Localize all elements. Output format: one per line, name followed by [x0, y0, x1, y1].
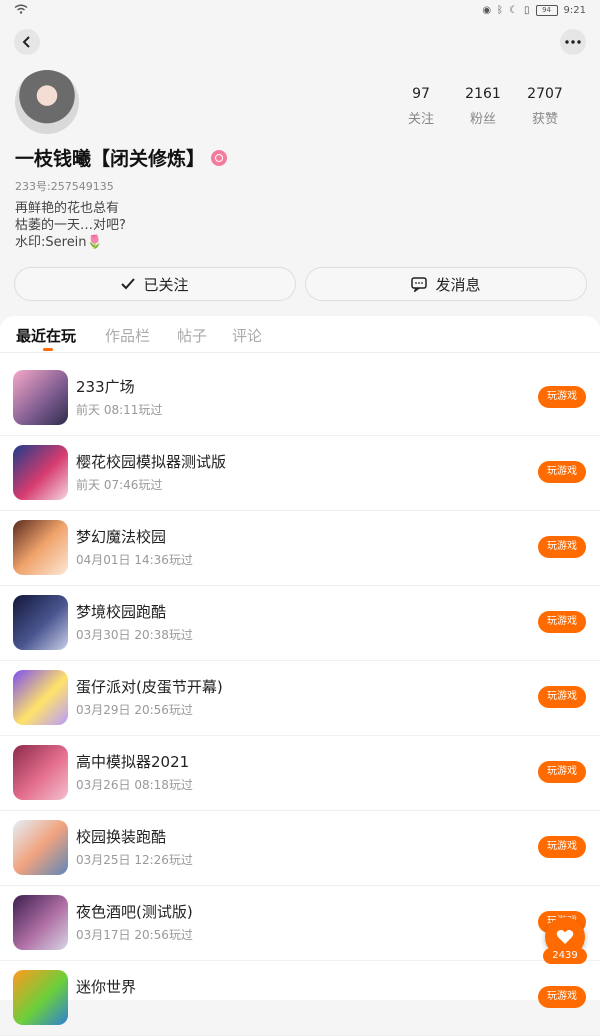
game-list-item[interactable]: 校园换装跑酷 03月25日 12:26玩过 玩游戏	[0, 810, 600, 886]
game-name: 蛋仔派对(皮蛋节开幕)	[76, 678, 223, 696]
status-icons: ◉ ᛒ ☾ ▯ 94 9:21	[482, 5, 586, 16]
game-list-item[interactable]: 高中模拟器2021 03月26日 08:18玩过 玩游戏	[0, 735, 600, 811]
game-icon	[13, 970, 68, 1025]
send-message-button[interactable]: 发消息	[305, 267, 587, 301]
stat-label: 关注	[407, 112, 434, 127]
nickname: 一枝钱曦【闭关修炼】	[15, 144, 228, 171]
moon-icon: ☾	[509, 5, 519, 16]
clock: 9:21	[563, 5, 586, 16]
more-button[interactable]	[560, 29, 586, 55]
profile-stats: 97 关注 2161 粉丝 2707 获赞	[390, 86, 580, 127]
more-icon	[565, 40, 581, 44]
game-list-item[interactable]: 迷你世界 玩游戏	[0, 960, 600, 1036]
tab-recently-played[interactable]: 最近在玩	[16, 325, 76, 346]
game-last-played: 前天 08:11玩过	[76, 403, 163, 417]
nickname-text: 一枝钱曦【闭关修炼】	[15, 148, 206, 170]
user-id: 233号:257549135	[15, 180, 114, 193]
active-tab-indicator	[43, 348, 53, 351]
play-game-button[interactable]: 玩游戏	[538, 386, 586, 408]
play-game-button[interactable]: 玩游戏	[538, 686, 586, 708]
battery-icon: 94	[535, 5, 558, 16]
game-last-played: 03月29日 20:56玩过	[76, 703, 193, 717]
stat-value: 2161	[465, 86, 501, 102]
game-icon	[13, 820, 68, 875]
game-name: 梦幻魔法校园	[76, 528, 167, 546]
back-icon	[22, 36, 30, 48]
play-game-button[interactable]: 玩游戏	[538, 761, 586, 783]
send-message-label: 发消息	[435, 275, 481, 294]
game-name: 樱花校园模拟器测试版	[76, 453, 227, 471]
game-last-played: 前天 07:46玩过	[76, 478, 163, 492]
followed-button[interactable]: 已关注	[14, 267, 296, 301]
game-last-played: 03月25日 12:26玩过	[76, 853, 193, 867]
back-button[interactable]	[14, 29, 40, 55]
tab-bar: 最近在玩 作品栏 帖子 评论	[0, 316, 600, 353]
game-last-played: 03月26日 08:18玩过	[76, 778, 193, 792]
game-last-played: 04月01日 14:36玩过	[76, 553, 193, 567]
game-icon	[13, 670, 68, 725]
game-icon	[13, 895, 68, 950]
game-name: 夜色酒吧(测试版)	[76, 903, 193, 921]
game-list-item[interactable]: 夜色酒吧(测试版) 03月17日 20:56玩过 玩游戏	[0, 885, 600, 961]
followed-label: 已关注	[143, 275, 189, 294]
game-name: 迷你世界	[76, 978, 137, 996]
game-name: 梦境校园跑酷	[76, 603, 167, 621]
stat-following[interactable]: 97 关注	[390, 86, 452, 127]
heart-icon	[556, 930, 574, 944]
vibrate-icon: ▯	[524, 5, 530, 16]
stat-label: 获赞	[531, 112, 558, 127]
eye-icon: ◉	[482, 5, 492, 16]
bio: 再鲜艳的花也总有 枯萎的一天…对吧? 水印:Serein🌷	[15, 200, 126, 251]
play-game-button[interactable]: 玩游戏	[538, 986, 586, 1008]
message-icon	[411, 276, 428, 292]
tab-posts[interactable]: 帖子	[177, 325, 207, 346]
tab-works[interactable]: 作品栏	[105, 325, 150, 346]
tab-comments[interactable]: 评论	[232, 325, 262, 346]
status-bar: ◉ ᛒ ☾ ▯ 94 9:21	[0, 0, 600, 24]
stat-value: 97	[412, 86, 430, 102]
game-last-played: 03月17日 20:56玩过	[76, 928, 193, 942]
game-list-item[interactable]: 樱花校园模拟器测试版 前天 07:46玩过 玩游戏	[0, 435, 600, 511]
stat-likes[interactable]: 2707 获赞	[514, 86, 576, 127]
game-icon	[13, 745, 68, 800]
bluetooth-icon: ᛒ	[497, 5, 504, 16]
stat-followers[interactable]: 2161 粉丝	[452, 86, 514, 127]
game-name: 高中模拟器2021	[76, 753, 190, 771]
game-last-played: 03月30日 20:38玩过	[76, 628, 193, 642]
game-list-item[interactable]: 梦幻魔法校园 04月01日 14:36玩过 玩游戏	[0, 510, 600, 586]
check-icon	[121, 278, 136, 290]
play-game-button[interactable]: 玩游戏	[538, 836, 586, 858]
gender-female-icon	[211, 149, 228, 166]
content-panel: 最近在玩 作品栏 帖子 评论 233广场 前天 08:11玩过 玩游戏 樱花校园…	[0, 316, 600, 1036]
game-icon	[13, 520, 68, 575]
like-count: 2439	[543, 948, 587, 964]
bio-line: 枯萎的一天…对吧?	[15, 218, 126, 233]
play-game-button[interactable]: 玩游戏	[538, 536, 586, 558]
play-game-button[interactable]: 玩游戏	[538, 461, 586, 483]
stat-value: 2707	[527, 86, 563, 102]
game-list-item[interactable]: 233广场 前天 08:11玩过 玩游戏	[0, 360, 600, 436]
game-icon	[13, 370, 68, 425]
play-game-button[interactable]: 玩游戏	[538, 611, 586, 633]
game-name: 233广场	[76, 378, 135, 396]
avatar[interactable]	[15, 70, 79, 134]
game-name: 校园换装跑酷	[76, 828, 167, 846]
bio-line: 再鲜艳的花也总有	[15, 201, 120, 216]
bio-line: 水印:Serein🌷	[15, 235, 103, 250]
wifi-icon	[14, 4, 28, 17]
stat-label: 粉丝	[469, 112, 496, 127]
game-icon	[13, 445, 68, 500]
game-list-item[interactable]: 梦境校园跑酷 03月30日 20:38玩过 玩游戏	[0, 585, 600, 661]
game-list-item[interactable]: 蛋仔派对(皮蛋节开幕) 03月29日 20:56玩过 玩游戏	[0, 660, 600, 736]
game-icon	[13, 595, 68, 650]
